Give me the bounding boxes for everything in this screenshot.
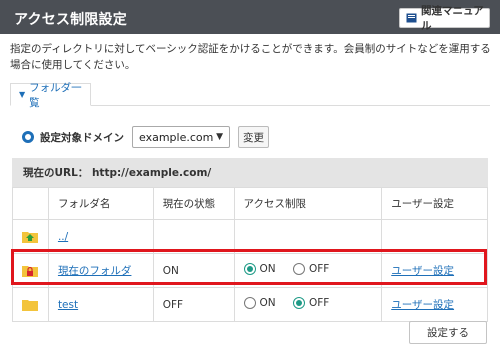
folder-locked-icon [22, 264, 39, 277]
domain-select-value: example.com [139, 130, 214, 144]
table-header-row: フォルダ名 現在の状態 アクセス制限 ユーザー設定 [12, 187, 488, 220]
folder-icon [22, 298, 39, 311]
domain-label: 設定対象ドメイン [40, 131, 124, 144]
domain-select[interactable]: example.com ▼ [132, 126, 230, 148]
radio-on-selected[interactable] [243, 263, 256, 275]
folder-link-test[interactable]: test [58, 299, 78, 311]
folder-link-current[interactable]: 現在のフォルダ [58, 265, 132, 277]
chevron-down-icon: ▼ [216, 132, 223, 142]
related-manual-button[interactable]: 関連マニュアル [399, 5, 490, 32]
book-icon [406, 13, 417, 23]
status-cell: ON [152, 253, 235, 288]
user-setting-link[interactable]: ユーザー設定 [391, 265, 454, 277]
radio-off-selected[interactable] [292, 297, 305, 309]
table-row: test OFF ON OFF ユーザー設定 [12, 287, 488, 322]
access-on-option[interactable]: ON [243, 297, 276, 309]
status-cell [152, 219, 235, 254]
folder-table: フォルダ名 現在の状態 アクセス制限 ユーザー設定 ../ 現在のフォルダ ON… [12, 187, 488, 322]
chevron-down-icon: ▼ [19, 90, 26, 99]
submit-settings-button[interactable]: 設定する [409, 321, 487, 344]
page-header: アクセス制限設定 関連マニュアル [0, 0, 500, 34]
table-row: 現在のフォルダ ON ON OFF ユーザー設定 [12, 253, 488, 288]
table-header-user-setting: ユーザー設定 [381, 187, 488, 220]
table-header-folder-name: フォルダ名 [47, 187, 154, 220]
folder-up-icon [22, 230, 39, 243]
folder-link-parent[interactable]: ../ [58, 231, 68, 243]
user-setting-link[interactable]: ユーザー設定 [391, 299, 454, 311]
domain-radio[interactable] [22, 131, 34, 143]
current-url: 現在のURL： http://example.com/ [12, 158, 488, 187]
access-on-option[interactable]: ON [243, 263, 276, 275]
tab-folder-list[interactable]: ▼ フォルダ一覧 [10, 82, 91, 109]
table-header-access: アクセス制限 [233, 187, 383, 220]
related-manual-label: 関連マニュアル [421, 5, 484, 32]
table-header-icon [12, 187, 49, 220]
page-description: 指定のディレクトリに対してベーシック認証をかけることができます。会員制のサイトな… [10, 43, 491, 71]
domain-selector-row: 設定対象ドメイン example.com ▼ 変更 [22, 125, 269, 149]
change-domain-button[interactable]: 変更 [238, 126, 269, 148]
table-row: ../ [12, 219, 488, 254]
access-off-option[interactable]: OFF [292, 297, 329, 309]
user-setting-cell [381, 219, 488, 254]
access-off-option[interactable]: OFF [292, 263, 329, 275]
page-title: アクセス制限設定 [14, 12, 127, 28]
table-header-status: 現在の状態 [152, 187, 235, 220]
radio-on[interactable] [243, 297, 256, 309]
tab-folder-list-label: フォルダ一覧 [29, 81, 82, 109]
status-cell: OFF [152, 287, 235, 322]
radio-off[interactable] [292, 263, 305, 275]
